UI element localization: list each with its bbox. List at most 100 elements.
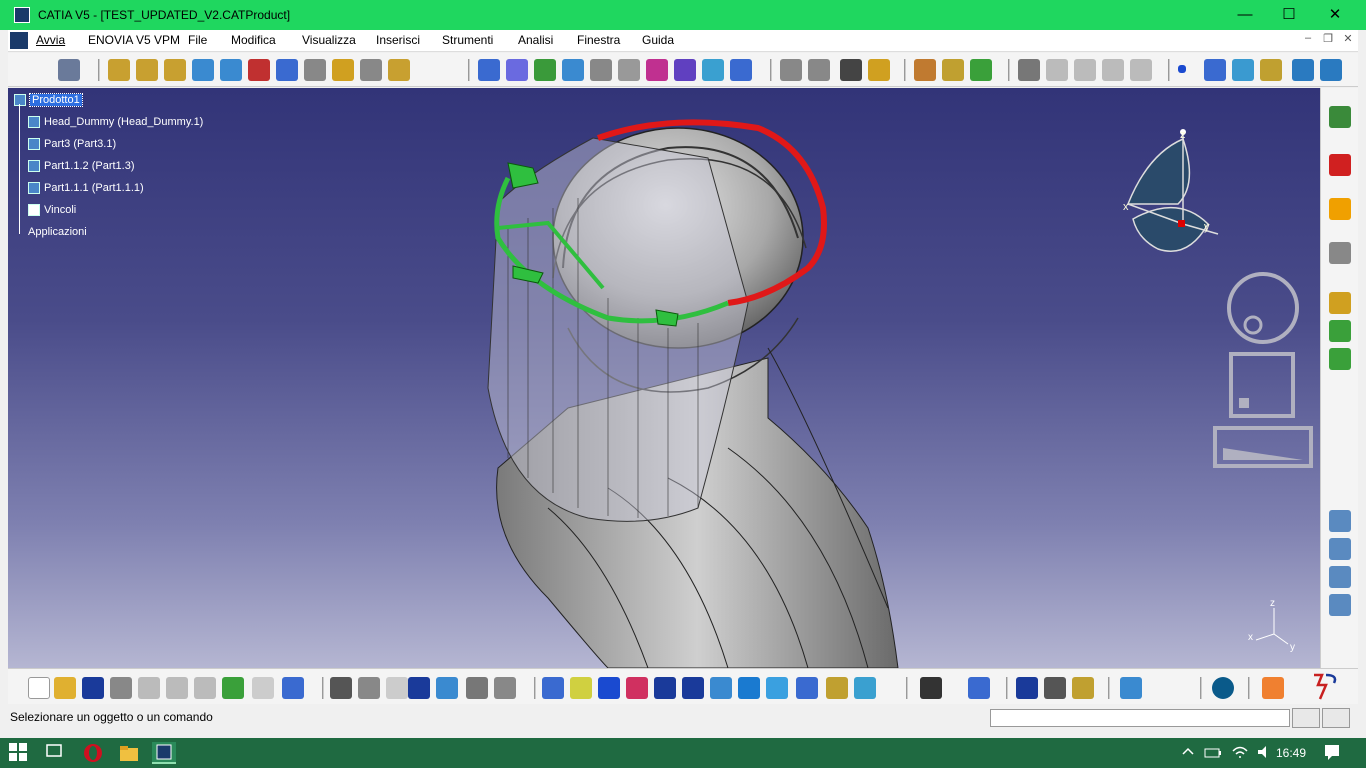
existing-component-icon[interactable] <box>1329 594 1351 616</box>
solid-icon[interactable] <box>1320 59 1342 81</box>
fly-mode-icon[interactable] <box>542 677 564 699</box>
apply-material-icon[interactable] <box>970 59 992 81</box>
command-button[interactable] <box>1292 708 1320 728</box>
menu-enovia[interactable]: ENOVIA V5 VPM <box>88 33 180 47</box>
offset-icon[interactable] <box>702 59 724 81</box>
snap-icon[interactable] <box>562 59 584 81</box>
apply-material-bottom-icon[interactable] <box>1120 677 1142 699</box>
contact-icon[interactable] <box>646 59 668 81</box>
close-button[interactable]: ✕ <box>1312 0 1358 30</box>
import-icon[interactable] <box>1329 292 1351 314</box>
select-gear-icon[interactable] <box>1329 242 1351 264</box>
numbering-icon[interactable] <box>360 59 382 81</box>
minimize-button[interactable]: — <box>1222 0 1268 30</box>
catalog-icon[interactable] <box>1074 59 1096 81</box>
reorder-icon[interactable] <box>968 677 990 699</box>
menu-analisi[interactable]: Analisi <box>518 33 553 47</box>
shading-icon[interactable] <box>796 677 818 699</box>
measure-inertia-icon[interactable] <box>1072 677 1094 699</box>
catia-taskbar-icon[interactable] <box>152 742 176 764</box>
render-icon[interactable] <box>942 59 964 81</box>
compass[interactable]: z x y <box>1118 124 1228 264</box>
knowledge-icon[interactable] <box>386 677 408 699</box>
help-icon[interactable] <box>282 677 304 699</box>
tree-item[interactable]: Part1.1.1 (Part1.1.1) <box>28 180 144 196</box>
replace-icon[interactable] <box>276 59 298 81</box>
material-icon[interactable] <box>914 59 936 81</box>
iso-view-icon[interactable] <box>766 677 788 699</box>
cut-icon[interactable] <box>138 677 160 699</box>
pencil-icon[interactable] <box>618 59 640 81</box>
spline-icon[interactable] <box>1204 59 1226 81</box>
menu-modifica[interactable]: Modifica <box>231 33 276 47</box>
formula-icon[interactable] <box>330 677 352 699</box>
table-icon[interactable] <box>408 677 430 699</box>
manipulate-icon[interactable] <box>534 59 556 81</box>
assembly-icon[interactable] <box>58 59 80 81</box>
lock-icon[interactable] <box>466 677 488 699</box>
doc-minimize-button[interactable]: – <box>1300 32 1316 48</box>
face-shield-visor[interactable] <box>487 137 749 522</box>
coincidence-icon[interactable] <box>674 59 696 81</box>
menu-visualizza[interactable]: Visualizza <box>302 33 356 47</box>
tree-item[interactable]: Part1.1.2 (Part1.3) <box>28 158 135 174</box>
menu-inserisci[interactable]: Inserisci <box>376 33 420 47</box>
spark-icon[interactable] <box>868 59 890 81</box>
windows-start-icon[interactable] <box>8 742 32 764</box>
menu-avvia[interactable]: Avvia <box>36 33 65 47</box>
gear-icon[interactable] <box>164 59 186 81</box>
eraser-icon[interactable] <box>1260 59 1282 81</box>
comment-icon[interactable] <box>358 677 380 699</box>
menu-guida[interactable]: Guida <box>642 33 674 47</box>
maximize-button[interactable]: ☐ <box>1266 0 1312 30</box>
catalog-icon[interactable] <box>1046 59 1068 81</box>
copy-icon[interactable] <box>166 677 188 699</box>
update-all-icon[interactable] <box>1329 348 1351 370</box>
undo-icon[interactable] <box>222 677 244 699</box>
tree-item[interactable]: Applicazioni <box>28 224 87 240</box>
gear-icon[interactable] <box>388 59 410 81</box>
sectioning-icon[interactable] <box>808 59 830 81</box>
multi-view-icon[interactable] <box>738 677 760 699</box>
print-icon[interactable] <box>110 677 132 699</box>
rotate-icon[interactable] <box>626 677 648 699</box>
measure-between-icon[interactable] <box>1016 677 1038 699</box>
camera-icon[interactable] <box>920 677 942 699</box>
task-view-icon[interactable] <box>44 742 68 764</box>
surface-icon[interactable] <box>1232 59 1254 81</box>
menu-finestra[interactable]: Finestra <box>577 33 620 47</box>
measure-item-icon[interactable] <box>1044 677 1066 699</box>
fit-all-icon[interactable] <box>570 677 592 699</box>
zoom-out-icon[interactable] <box>682 677 704 699</box>
catalog-icon[interactable] <box>1102 59 1124 81</box>
component-icon[interactable] <box>220 59 242 81</box>
fix-icon[interactable] <box>730 59 752 81</box>
new-part-icon[interactable] <box>1329 566 1351 588</box>
settings-icon[interactable] <box>1329 106 1351 128</box>
component-icon[interactable] <box>192 59 214 81</box>
catalog-icon[interactable] <box>1130 59 1152 81</box>
anchor-icon[interactable] <box>590 59 612 81</box>
opera-icon[interactable] <box>82 742 106 764</box>
snap-grid-icon[interactable] <box>1262 677 1284 699</box>
clash-icon[interactable] <box>780 59 802 81</box>
gear-icon[interactable] <box>136 59 158 81</box>
new-file-icon[interactable] <box>28 677 50 699</box>
paste-icon[interactable] <box>194 677 216 699</box>
solid-icon[interactable] <box>1292 59 1314 81</box>
tree-item[interactable]: Head_Dummy (Head_Dummy.1) <box>28 114 203 130</box>
move-icon[interactable] <box>506 59 528 81</box>
hide-show-icon[interactable] <box>826 677 848 699</box>
notifications-icon[interactable] <box>1322 742 1346 764</box>
file-explorer-icon[interactable] <box>118 742 142 764</box>
text-icon[interactable] <box>304 59 326 81</box>
menu-strumenti[interactable]: Strumenti <box>442 33 493 47</box>
catia-ball-icon[interactable] <box>1212 677 1234 699</box>
select-arrow-icon[interactable] <box>1329 198 1351 220</box>
open-folder-icon[interactable] <box>54 677 76 699</box>
command-options-button[interactable] <box>1322 708 1350 728</box>
new-product-icon[interactable] <box>1329 538 1351 560</box>
pattern-icon[interactable] <box>332 59 354 81</box>
view-navigation-widgets[interactable] <box>1213 270 1320 470</box>
gear-icon[interactable] <box>108 59 130 81</box>
